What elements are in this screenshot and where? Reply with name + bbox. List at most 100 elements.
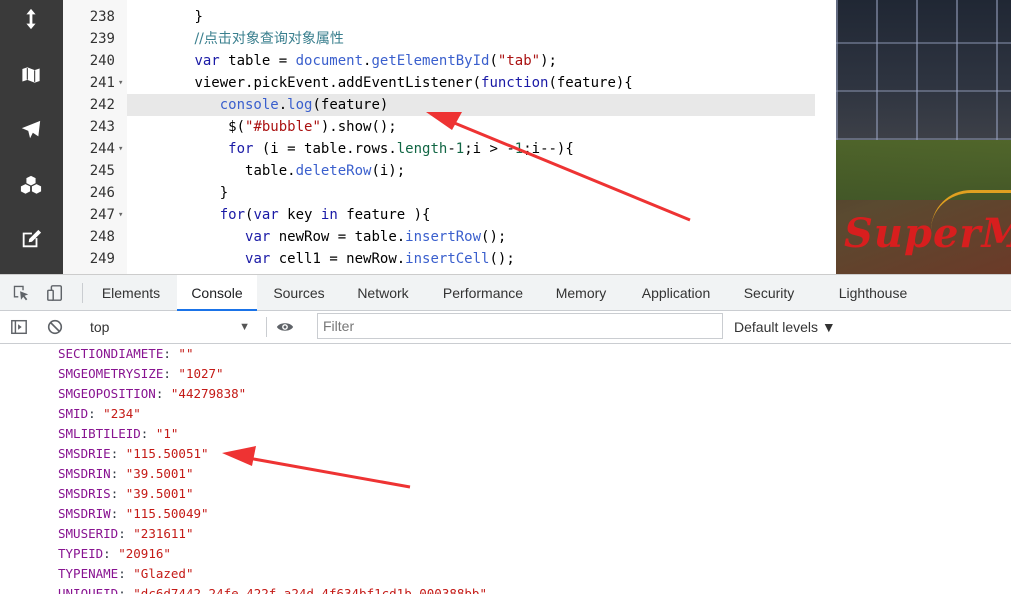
edit-icon[interactable]: [16, 224, 46, 254]
code-line[interactable]: var table = document.getElementById("tab…: [127, 50, 827, 72]
clear-console-icon[interactable]: [44, 316, 66, 338]
tab-sources[interactable]: Sources: [263, 275, 335, 311]
line-number: 239: [89, 31, 115, 47]
code-token: }: [219, 185, 229, 201]
code-line[interactable]: }: [127, 182, 827, 204]
code-token: "#bubble": [245, 119, 321, 135]
eye-icon[interactable]: [274, 316, 296, 338]
code-token: for: [228, 141, 254, 157]
property-colon: :: [140, 426, 156, 441]
code-line-active[interactable]: console.log(feature): [127, 94, 815, 116]
property-key: SECTIONDIAMETE: [58, 346, 164, 361]
code-token: (: [489, 53, 498, 69]
code-token: "tab": [497, 53, 541, 69]
vertical-arrows-icon[interactable]: [16, 4, 46, 34]
tab-console[interactable]: Console: [177, 275, 257, 311]
code-line[interactable]: //点击对象查询对象属性: [127, 28, 827, 50]
code-line[interactable]: viewer.pickEvent.addEventListener(functi…: [127, 72, 827, 94]
default-levels-dropdown[interactable]: Default levels ▼: [734, 315, 836, 339]
fold-toggle-icon[interactable]: ▾: [118, 72, 126, 94]
tab-memory[interactable]: Memory: [544, 275, 618, 311]
console-output: SECTIONDIAMETE: "" SMGEOMETRYSIZE: "1027"…: [0, 344, 1011, 594]
code-line[interactable]: for(var key in feature ){: [127, 204, 827, 226]
code-token: table.: [245, 163, 296, 179]
tab-security[interactable]: Security: [733, 275, 805, 311]
console-property-row[interactable]: TYPENAME: "Glazed": [58, 564, 194, 584]
console-property-row[interactable]: SMGEOPOSITION: "44279838": [58, 384, 246, 404]
code-editor[interactable]: 238 239 240 241 ▾ 242 243 244 ▾ 245 246 247 ▾ 248 249 …: [63, 0, 836, 274]
console-property-row[interactable]: SECTIONDIAMETE: "": [58, 344, 193, 364]
console-property-row[interactable]: SMSDRIS: "39.5001": [58, 484, 193, 504]
map-icon[interactable]: [16, 60, 46, 90]
code-token: .: [278, 97, 288, 113]
cubes-icon[interactable]: [16, 170, 46, 200]
code-token: insertCell: [405, 251, 490, 267]
line-number: 243: [89, 119, 115, 135]
console-property-row[interactable]: SMGEOMETRYSIZE: "1027": [58, 364, 224, 384]
console-property-row[interactable]: SMUSERID: "231611": [58, 524, 194, 544]
console-property-row[interactable]: UNIQUEID: "dc6d7442-24fe-422f-a24d-4f634…: [58, 584, 487, 594]
console-property-row[interactable]: TYPEID: "20916": [58, 544, 171, 564]
code-token: ;i > -: [464, 141, 515, 157]
property-value: "234": [103, 406, 141, 421]
code-line[interactable]: $("#bubble").show();: [127, 116, 827, 138]
paper-plane-icon[interactable]: [16, 115, 46, 145]
code-line[interactable]: var cell1 = newRow.insertCell();: [127, 248, 827, 270]
device-toolbar-icon[interactable]: [44, 282, 66, 304]
tab-elements[interactable]: Elements: [88, 275, 174, 311]
console-property-row[interactable]: SMSDRIN: "39.5001": [58, 464, 193, 484]
code-token: );: [540, 53, 557, 69]
devtools-panel: Elements Console Sources Network Performance…: [0, 274, 1011, 594]
filter-input[interactable]: [317, 313, 723, 339]
code-token: key: [278, 207, 321, 223]
code-area[interactable]: } //点击对象查询对象属性 var table = document.getE…: [127, 0, 836, 274]
console-property-row[interactable]: SMSDRIE: "115.50051": [58, 444, 209, 464]
code-token: length: [396, 141, 448, 157]
fold-toggle-icon[interactable]: ▾: [118, 204, 126, 226]
show-sidebar-icon[interactable]: [8, 316, 30, 338]
line-number: 245: [89, 163, 115, 179]
code-token: deleteRow: [295, 163, 372, 179]
property-key: SMSDRIS: [58, 486, 111, 501]
code-line[interactable]: var newRow = table.insertRow();: [127, 226, 827, 248]
code-line[interactable]: table.deleteRow(i);: [127, 160, 827, 182]
property-colon: :: [103, 546, 119, 561]
code-token: (i);: [371, 163, 406, 179]
tab-performance[interactable]: Performance: [429, 275, 537, 311]
code-line[interactable]: }: [127, 6, 827, 28]
console-property-row[interactable]: SMID: "234": [58, 404, 141, 424]
property-value: "115.50049": [125, 506, 209, 521]
property-key: SMLIBTILEID: [58, 426, 141, 441]
code-token: (feature): [312, 97, 389, 113]
code-token: log: [287, 97, 313, 113]
code-token: table =: [219, 53, 296, 69]
tab-network[interactable]: Network: [345, 275, 421, 311]
code-line[interactable]: for (i = table.rows.length-1;i > -1;i--)…: [127, 138, 827, 160]
context-selector[interactable]: top ▼: [86, 315, 256, 339]
console-property-row[interactable]: SMLIBTILEID: "1": [58, 424, 178, 444]
property-key: SMSDRIN: [58, 466, 111, 481]
console-toolbar: top ▼ Default levels ▼: [0, 311, 1011, 344]
console-property-row[interactable]: SMSDRIW: "115.50049": [58, 504, 209, 524]
property-value: "20916": [118, 546, 171, 561]
inspect-element-icon[interactable]: [10, 282, 32, 304]
line-number: 246: [89, 185, 115, 201]
property-value: "1": [155, 426, 179, 441]
code-token: console: [219, 97, 279, 113]
property-value: "231611": [133, 526, 194, 541]
fold-toggle-icon[interactable]: ▾: [118, 138, 126, 160]
building-facade: [836, 0, 1011, 140]
code-token: newRow = table.: [270, 229, 406, 245]
property-colon: :: [118, 586, 134, 594]
code-token: ();: [489, 251, 515, 267]
line-number: 247: [89, 207, 115, 223]
tab-lighthouse[interactable]: Lighthouse: [826, 275, 920, 311]
3d-scene-viewer[interactable]: SuperMap: [836, 0, 1011, 274]
code-token: 1: [514, 141, 524, 157]
tab-application[interactable]: Application: [626, 275, 726, 311]
